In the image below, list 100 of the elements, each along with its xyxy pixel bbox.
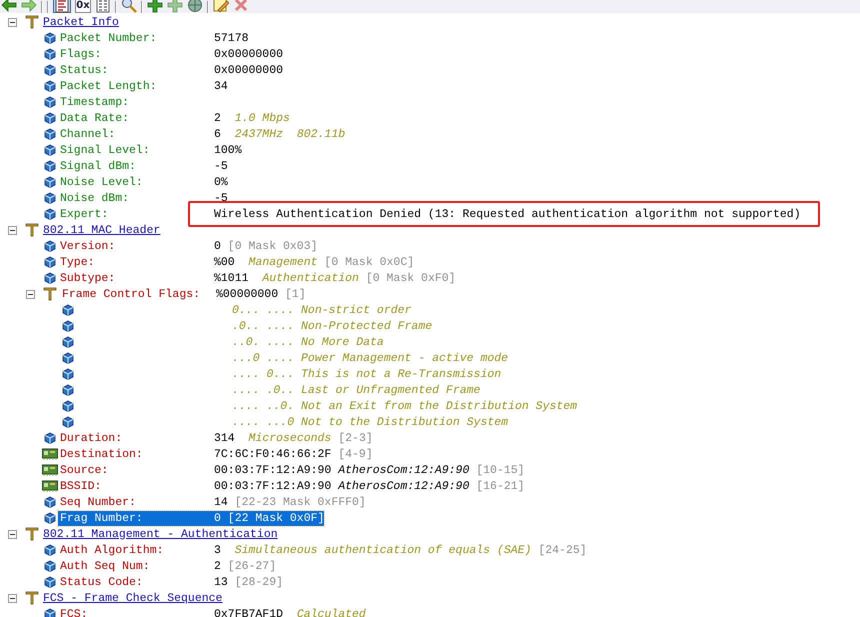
search-button[interactable] — [121, 0, 137, 13]
field-value: 2 — [214, 112, 221, 124]
cube-icon — [44, 64, 56, 76]
collapse-toggle[interactable] — [26, 290, 35, 298]
byte-range: [2-3] — [338, 432, 373, 444]
tree-row[interactable]: Status: 0x00000000 — [58, 62, 284, 78]
cube-icon — [62, 400, 74, 412]
field-value: 57178 — [214, 32, 249, 44]
byte-range: [28-29] — [234, 576, 284, 588]
section-title[interactable]: 802.11 Management - Authentication — [43, 528, 278, 540]
field-label: Source: — [59, 464, 110, 476]
list-view-button[interactable] — [53, 0, 71, 13]
cube-icon — [44, 608, 56, 617]
field-value: 0x7FB7AF1D — [214, 608, 284, 617]
field-label: Channel: — [59, 128, 116, 140]
tree-row[interactable]: Frame Control Flags: %00000000 [1] — [60, 286, 306, 302]
tree-row[interactable]: Signal Level: 100% — [58, 142, 242, 158]
globe-button[interactable] — [187, 0, 203, 13]
collapse-toggle[interactable] — [8, 530, 17, 538]
byte-range: [0 Mask 0x03] — [228, 240, 318, 252]
field-label: Frag Number: — [59, 512, 144, 524]
cube-icon — [44, 160, 56, 172]
field-description: 2437MHz 802.11b — [234, 128, 346, 140]
field-label: BSSID: — [59, 480, 102, 492]
byte-range: [22 Mask 0x0F] — [228, 512, 324, 524]
tree-branch-icon — [24, 14, 40, 30]
tree-row[interactable]: Noise Level: 0% — [58, 174, 228, 190]
tree-row[interactable]: Packet Number: 57178 — [58, 30, 249, 46]
cube-icon — [62, 416, 74, 428]
field-description: ..0. .... No More Data — [232, 336, 384, 348]
document-button[interactable] — [95, 0, 111, 13]
tree-row[interactable]: Data Rate: 2 1.0 Mbps — [58, 110, 290, 126]
network-card-icon — [42, 479, 58, 493]
field-description: Simultaneous authentication of equals (SAE) — [234, 544, 532, 556]
cube-icon — [44, 96, 56, 108]
byte-range: [22-23 Mask 0xFFF0] — [234, 496, 366, 508]
tree-row[interactable]: Flags: 0x00000000 — [58, 46, 284, 62]
field-label: Destination: — [59, 448, 144, 460]
cube-icon — [62, 320, 74, 332]
tree-row[interactable]: Status Code: 13 [28-29] — [58, 574, 284, 590]
tree-row[interactable]: Auth Seq Num: 2 [26-27] — [58, 558, 276, 574]
field-label: Frame Control Flags: — [61, 288, 202, 300]
field-label: Noise dBm: — [59, 192, 130, 204]
tree-row[interactable]: Expert: Wireless Authentication Denied (13: Requested authentication algorithm not supported) — [58, 206, 801, 222]
section-title[interactable]: 802.11 MAC Header — [43, 224, 160, 236]
cube-icon — [44, 256, 56, 268]
tree-row[interactable]: Type: %00 Management [0 Mask 0x0C] — [58, 254, 414, 270]
tree-row[interactable]: Noise dBm: -5 — [58, 190, 228, 206]
cube-icon — [44, 176, 56, 188]
pencil-button[interactable] — [213, 0, 229, 13]
cube-icon — [62, 368, 74, 380]
plus-button[interactable] — [147, 0, 163, 13]
tree-row[interactable]: Version: 0 [0 Mask 0x03] — [58, 238, 318, 254]
tree-row[interactable]: BSSID: 00:03:7F:12:A9:90 AtherosCom:12:A9:90 [16-21] — [58, 478, 525, 494]
tree-row[interactable]: Packet Length: 34 — [58, 78, 228, 94]
field-description: Calculated — [296, 608, 366, 617]
byte-range: [1] — [285, 288, 306, 300]
field-label: Auth Algorithm: — [59, 544, 165, 556]
collapse-toggle[interactable] — [8, 594, 17, 602]
byte-range: [24-25] — [538, 544, 587, 556]
cube-icon — [44, 208, 56, 220]
tree-row[interactable]: Destination: 7C:6C:F0:46:66:2F [4-9] — [58, 446, 373, 462]
field-description: Authentication — [262, 272, 359, 284]
tree-row[interactable]: Timestamp: — [58, 94, 214, 110]
tree-row[interactable]: Source: 00:03:7F:12:A9:90 AtherosCom:12:A9:90 [10-15] — [58, 462, 525, 478]
field-value: %00 — [214, 256, 235, 268]
byte-range: [0 Mask 0xF0] — [366, 272, 456, 284]
network-card-icon — [42, 447, 58, 461]
field-description: ...0 .... Power Management - active mode — [232, 352, 508, 364]
field-value: %00000000 — [216, 288, 278, 300]
field-value: 100% — [214, 144, 242, 156]
tree-row[interactable]: Frag Number: 0 [22 Mask 0x0F] — [58, 510, 324, 526]
tree-row[interactable]: Subtype: %1011 Authentication [0 Mask 0xF0] — [58, 270, 456, 286]
cube-icon — [44, 512, 56, 524]
tree-row[interactable]: Seq Number: 14 [22-23 Mask 0xFFF0] — [58, 494, 366, 510]
field-label: Type: — [59, 256, 96, 268]
field-value: 0% — [214, 176, 228, 188]
hex-view-button[interactable]: 0x — [75, 0, 91, 13]
collapse-toggle[interactable] — [8, 226, 17, 234]
tree-row[interactable]: Duration: 314 Microseconds [2-3] — [58, 430, 373, 446]
field-value: 7C:6C:F0:46:66:2F — [214, 448, 332, 460]
cube-icon — [62, 352, 74, 364]
field-value: 34 — [214, 80, 228, 92]
field-value: 0 — [214, 240, 221, 252]
byte-range: [4-9] — [338, 448, 373, 460]
cube-icon — [44, 112, 56, 124]
tree-row[interactable]: FCS: 0x7FB7AF1D Calculated — [58, 606, 366, 617]
cube-icon — [44, 80, 56, 92]
cube-icon — [44, 576, 56, 588]
tree-row[interactable]: Signal dBm: -5 — [58, 158, 228, 174]
tree-row[interactable]: Auth Algorithm: 3 Simultaneous authentication of equals (SAE) [24-25] — [58, 542, 587, 558]
tree-row[interactable]: Channel: 6 2437MHz 802.11b — [58, 126, 346, 142]
section-title[interactable]: FCS - Frame Check Sequence — [43, 592, 222, 604]
byte-range: [16-21] — [476, 480, 525, 492]
back-arrow-button[interactable] — [1, 0, 17, 13]
section-title[interactable]: Packet Info — [43, 16, 119, 28]
collapse-toggle[interactable] — [8, 18, 17, 26]
forward-arrow-button[interactable] — [21, 0, 37, 13]
cube-icon — [44, 192, 56, 204]
network-card-icon — [42, 463, 58, 477]
